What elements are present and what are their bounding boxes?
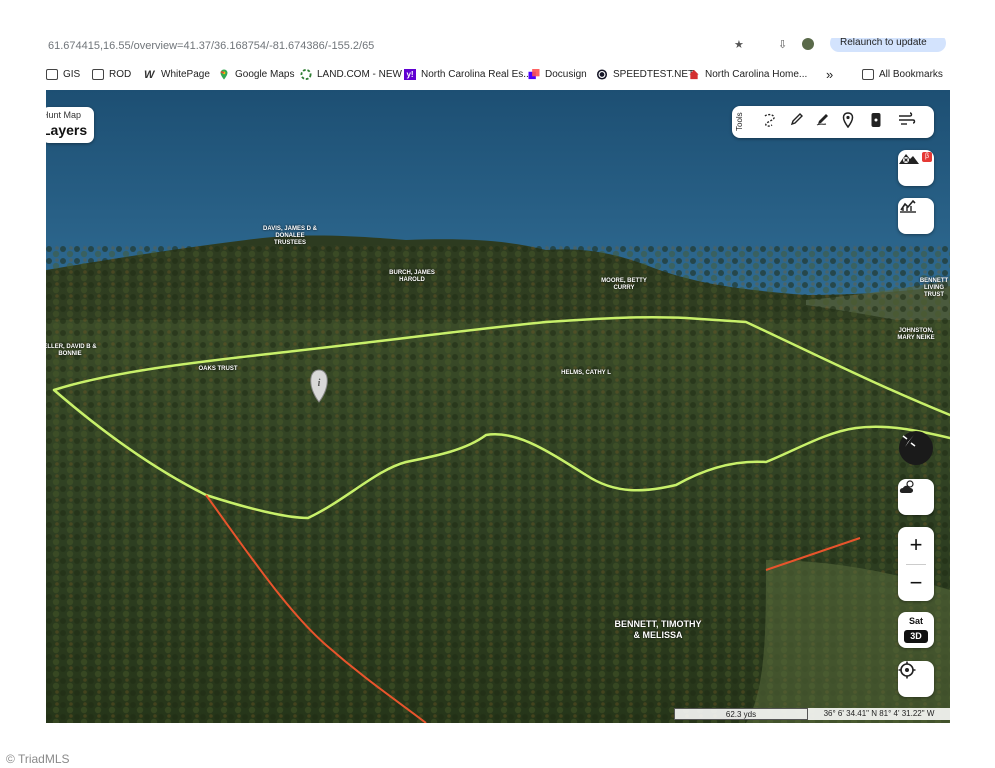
browser-chrome: 61.674415,16.55/overview=41.37/36.168754… bbox=[46, 38, 950, 90]
device-icon[interactable] bbox=[870, 112, 890, 132]
compass-icon bbox=[902, 435, 916, 447]
folder-icon bbox=[46, 68, 58, 80]
bookmark-label: Docusign bbox=[545, 68, 587, 80]
more-bookmarks-button[interactable]: » bbox=[826, 63, 833, 85]
url-text: 61.674415,16.55/overview=41.37/36.168754… bbox=[48, 40, 375, 52]
owner-label-helms: HELMS, CATHY L bbox=[561, 370, 611, 376]
bookmark-rod[interactable]: ROD bbox=[92, 63, 131, 85]
draw-icon[interactable] bbox=[816, 112, 836, 132]
home-icon bbox=[689, 69, 699, 79]
zoom-in-button[interactable]: + bbox=[898, 527, 934, 563]
elevation-chart-button[interactable] bbox=[898, 198, 934, 234]
bookmark-north-carolina-home[interactable]: North Carolina Home... bbox=[688, 63, 807, 85]
address-bar[interactable]: 61.674415,16.55/overview=41.37/36.168754… bbox=[46, 38, 950, 54]
download-icon[interactable]: ⇩ bbox=[778, 38, 787, 52]
owner-label-davis: DAVIS, JAMES D & DONALEE TRUSTEES bbox=[263, 226, 317, 246]
bookmark-north-carolina-real-estate[interactable]: y! North Carolina Real Es... bbox=[404, 63, 532, 85]
bookmark-docusign[interactable]: Docusign bbox=[528, 63, 587, 85]
scale-bar: 62.3 yds bbox=[674, 708, 808, 720]
hide-layer-button[interactable]: β bbox=[898, 150, 934, 186]
satellite-terrain: i bbox=[46, 90, 950, 723]
bookmark-whitepage[interactable]: W WhitePage bbox=[144, 63, 210, 85]
zoom-controls: + − bbox=[898, 527, 934, 601]
bookmark-google-maps[interactable]: Google Maps bbox=[218, 63, 294, 85]
land-icon bbox=[300, 68, 312, 80]
bookmark-label: North Carolina Real Es... bbox=[421, 68, 532, 80]
yahoo-icon: y! bbox=[404, 68, 416, 80]
chart-icon bbox=[900, 199, 916, 213]
beta-badge: β bbox=[922, 152, 932, 162]
bookmark-label: GIS bbox=[63, 68, 81, 80]
zoom-out-button[interactable]: − bbox=[898, 565, 934, 601]
bookmark-label: LAND.COM - NEW bbox=[317, 68, 402, 80]
tools-label: Tools bbox=[735, 112, 744, 132]
wind-icon[interactable] bbox=[898, 112, 918, 132]
bookmark-label: All Bookmarks bbox=[879, 68, 943, 80]
mountain-off-icon bbox=[899, 154, 919, 164]
owner-label-bennett-living-trust: BENNETT LIVING TRUST bbox=[919, 278, 949, 298]
bookmark-label: Google Maps bbox=[235, 68, 295, 80]
3d-label: 3D bbox=[904, 630, 928, 643]
info-icon: i bbox=[318, 378, 321, 389]
all-bookmarks[interactable]: All Bookmarks bbox=[862, 63, 943, 85]
owner-label-moore: MOORE, BETTY CURRY bbox=[601, 278, 647, 291]
locate-button[interactable] bbox=[898, 661, 934, 697]
crosshair-icon bbox=[898, 661, 916, 679]
tools-toolbar: Tools bbox=[732, 106, 934, 138]
pin-icon[interactable] bbox=[842, 112, 862, 132]
sat-3d-toggle[interactable]: Sat 3D bbox=[898, 612, 934, 648]
bookmark-label: North Carolina Home... bbox=[705, 68, 808, 80]
bookmark-star-icon[interactable]: ★ bbox=[734, 38, 744, 52]
hunt-map-label: Hunt Map bbox=[46, 110, 82, 120]
owner-label-bennett: BENNETT, TIMOTHY & MELISSA bbox=[614, 619, 702, 640]
profile-avatar[interactable] bbox=[802, 38, 814, 50]
triadmls-watermark: © TriadMLS bbox=[6, 752, 70, 766]
compass-button[interactable] bbox=[899, 431, 933, 465]
owner-label-eller: ELLER, DAVID B & BONNIE bbox=[46, 344, 97, 357]
whitepage-icon: W bbox=[144, 68, 155, 81]
speedtest-icon bbox=[596, 68, 608, 80]
coordinates-readout: 36° 6' 34.41" N 81° 4' 31.22" W bbox=[808, 708, 950, 720]
lasso-icon[interactable] bbox=[762, 112, 782, 132]
layers-label: Layers bbox=[46, 122, 88, 138]
screenshot-page: 61.674415,16.55/overview=41.37/36.168754… bbox=[0, 0, 995, 768]
bookmark-label: WhitePage bbox=[161, 68, 210, 80]
owner-label-johnston: JOHNSTON, MARY NEIKE bbox=[897, 328, 935, 341]
docusign-icon bbox=[528, 68, 540, 79]
bookmark-speedtest[interactable]: SPEEDTEST.NET bbox=[596, 63, 694, 85]
pencil-icon[interactable] bbox=[790, 112, 810, 132]
bookmark-gis[interactable]: GIS bbox=[46, 63, 80, 85]
cloud-sun-icon bbox=[899, 480, 914, 493]
owner-label-burch: BURCH, JAMES HAROLD bbox=[389, 270, 435, 283]
google-maps-icon bbox=[220, 68, 228, 80]
bookmark-land[interactable]: LAND.COM - NEW bbox=[300, 63, 402, 85]
map-view[interactable]: i DAVIS, JAMES D & DONALEE TRUSTEES BURC… bbox=[46, 90, 950, 723]
folder-icon bbox=[92, 68, 104, 80]
sat-label: Sat bbox=[908, 616, 923, 626]
bookmarks-bar: GIS ROD W WhitePage Google Maps LAND.COM… bbox=[46, 63, 950, 85]
relaunch-to-update-button[interactable]: Relaunch to update bbox=[830, 38, 946, 52]
layers-button[interactable]: Hunt Map Layers bbox=[46, 107, 94, 143]
bookmark-label: ROD bbox=[109, 68, 132, 80]
weather-button[interactable] bbox=[898, 479, 934, 515]
owner-label-oaks-trust: OAKS TRUST bbox=[198, 366, 238, 372]
folder-icon bbox=[862, 68, 874, 80]
bookmark-label: SPEEDTEST.NET bbox=[613, 68, 695, 80]
